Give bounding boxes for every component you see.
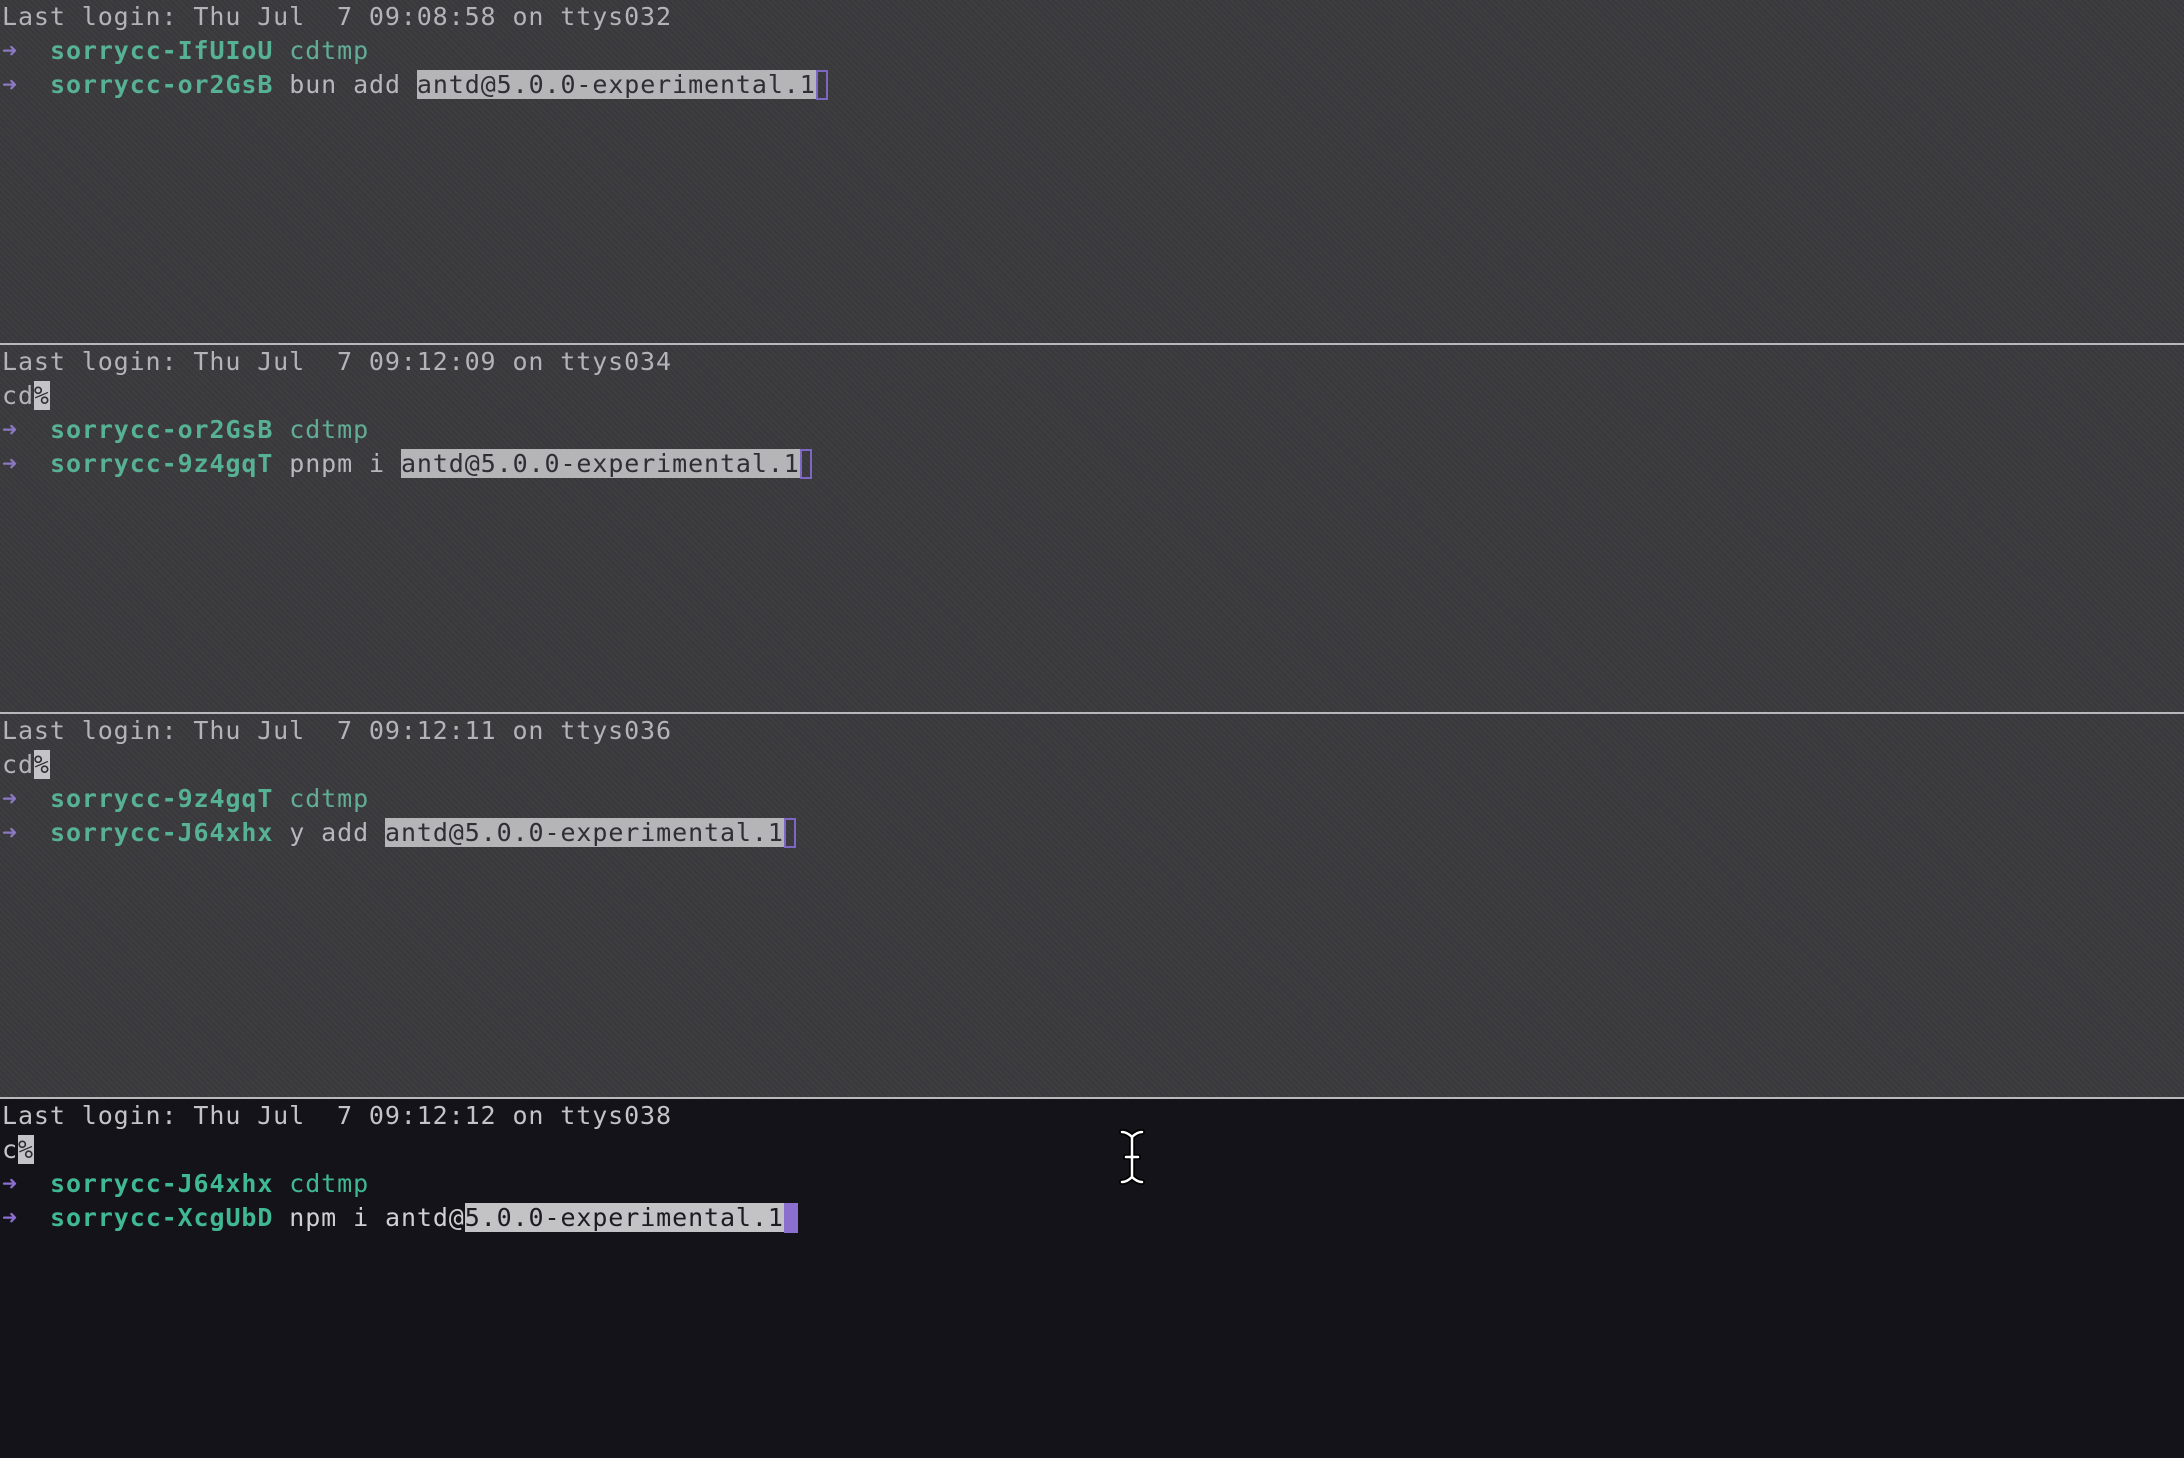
prompt-arrow-icon: ➜ bbox=[2, 36, 18, 65]
terminal-pane-3[interactable]: Last login: Thu Jul 7 09:12:11 on ttys03… bbox=[0, 714, 2184, 1097]
prompt-hostname: sorrycc-9z4gqT bbox=[50, 449, 274, 478]
prompt-hostname: sorrycc-9z4gqT bbox=[50, 784, 274, 813]
text-cursor bbox=[799, 449, 812, 479]
prompt-hostname: sorrycc-or2GsB bbox=[50, 415, 274, 444]
command-text: npm i antd@ bbox=[289, 1203, 465, 1232]
command-text: cdtmp bbox=[289, 784, 370, 813]
prompt-line: ➜ sorrycc-J64xhx cdtmp bbox=[0, 1167, 2184, 1201]
prompt-hostname: sorrycc-J64xhx bbox=[50, 1169, 274, 1198]
last-login-line: Last login: Thu Jul 7 09:12:11 on ttys03… bbox=[2, 716, 672, 745]
prompt-line[interactable]: ➜ sorrycc-XcgUbD npm i antd@5.0.0-experim… bbox=[0, 1201, 2184, 1235]
text-cursor bbox=[783, 1203, 798, 1233]
prompt-arrow-icon: ➜ bbox=[2, 415, 18, 444]
prompt-arrow-icon: ➜ bbox=[2, 70, 18, 99]
command-text: cdtmp bbox=[289, 1169, 370, 1198]
prompt-hostname: sorrycc-XcgUbD bbox=[50, 1203, 274, 1232]
prompt-hostname: sorrycc-J64xhx bbox=[50, 818, 274, 847]
partial-input-text: cd bbox=[2, 381, 34, 410]
command-text: cdtmp bbox=[289, 415, 370, 444]
last-login-line: Last login: Thu Jul 7 09:08:58 on ttys03… bbox=[2, 2, 672, 31]
prompt-arrow-icon: ➜ bbox=[2, 449, 18, 478]
terminal-pane-1[interactable]: Last login: Thu Jul 7 09:08:58 on ttys03… bbox=[0, 0, 2184, 343]
end-of-line-mark: % bbox=[33, 381, 50, 410]
selected-text[interactable]: antd@5.0.0-experimental.1 bbox=[416, 70, 816, 99]
prompt-line[interactable]: ➜ sorrycc-J64xhx y add antd@5.0.0-experim… bbox=[0, 816, 2184, 850]
terminal-pane-2[interactable]: Last login: Thu Jul 7 09:12:09 on ttys03… bbox=[0, 345, 2184, 712]
prompt-hostname: sorrycc-or2GsB bbox=[50, 70, 274, 99]
prompt-line: ➜ sorrycc-or2GsB cdtmp bbox=[0, 413, 2184, 447]
prompt-hostname: sorrycc-IfUIoU bbox=[50, 36, 274, 65]
terminal-pane-4-active[interactable]: Last login: Thu Jul 7 09:12:12 on ttys03… bbox=[0, 1099, 2184, 1458]
last-login-line: Last login: Thu Jul 7 09:12:09 on ttys03… bbox=[2, 347, 672, 376]
command-text: y add bbox=[289, 818, 385, 847]
prompt-line: ➜ sorrycc-IfUIoU cdtmp bbox=[0, 34, 2184, 68]
end-of-line-mark: % bbox=[17, 1135, 34, 1164]
partial-input-line: cd% bbox=[0, 379, 2184, 413]
selected-text[interactable]: 5.0.0-experimental.1 bbox=[464, 1203, 784, 1232]
text-cursor bbox=[815, 70, 828, 100]
prompt-arrow-icon: ➜ bbox=[2, 784, 18, 813]
command-text: cdtmp bbox=[289, 36, 370, 65]
command-text: pnpm i bbox=[289, 449, 401, 478]
selected-text[interactable]: antd@5.0.0-experimental.1 bbox=[385, 818, 784, 847]
selected-text[interactable]: antd@5.0.0-experimental.1 bbox=[400, 449, 800, 478]
last-login-line: Last login: Thu Jul 7 09:12:12 on ttys03… bbox=[2, 1101, 672, 1130]
text-ibeam-icon bbox=[1119, 1129, 1145, 1185]
partial-input-text: cd bbox=[2, 750, 34, 779]
text-cursor bbox=[783, 818, 796, 848]
end-of-line-mark: % bbox=[33, 750, 50, 779]
prompt-line[interactable]: ➜ sorrycc-or2GsB bun add antd@5.0.0-exper… bbox=[0, 68, 2184, 102]
partial-input-text: c bbox=[2, 1135, 18, 1164]
prompt-line[interactable]: ➜ sorrycc-9z4gqT pnpm i antd@5.0.0-experi… bbox=[0, 447, 2184, 481]
prompt-arrow-icon: ➜ bbox=[2, 1169, 18, 1198]
command-text: bun add bbox=[289, 70, 417, 99]
prompt-line: ➜ sorrycc-9z4gqT cdtmp bbox=[0, 782, 2184, 816]
prompt-arrow-icon: ➜ bbox=[2, 818, 18, 847]
partial-input-line: cd% bbox=[0, 748, 2184, 782]
prompt-arrow-icon: ➜ bbox=[2, 1203, 18, 1232]
partial-input-line: c% bbox=[0, 1133, 2184, 1167]
